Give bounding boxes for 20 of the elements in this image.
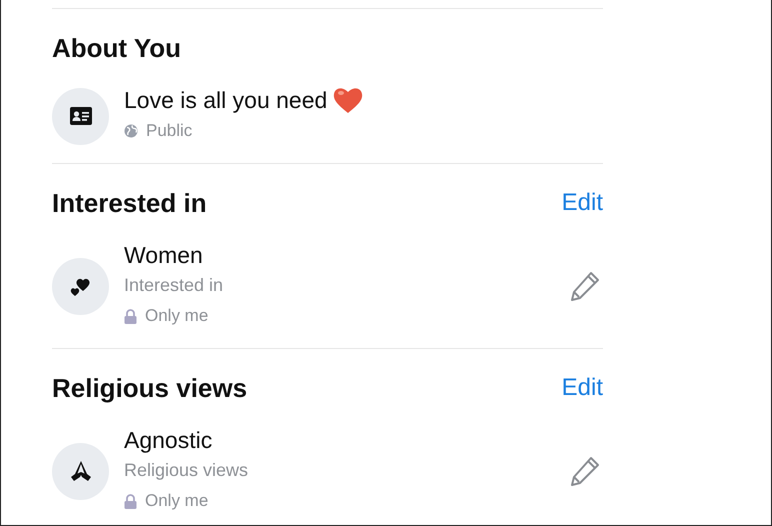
heart-icon <box>333 86 364 114</box>
section-heading: Interested in <box>52 188 207 218</box>
pencil-icon[interactable] <box>569 270 601 302</box>
item-title: Love is all you need <box>124 86 328 115</box>
privacy-label: Only me <box>145 491 208 511</box>
item-title: Women <box>124 241 203 270</box>
section-heading: About You <box>52 32 182 64</box>
globe-icon <box>124 124 138 138</box>
lock-icon <box>124 308 137 324</box>
edit-link[interactable]: Edit <box>562 189 603 217</box>
edit-link[interactable]: Edit <box>562 374 603 402</box>
contact-card-icon <box>70 107 92 125</box>
privacy-label: Only me <box>145 306 208 326</box>
item-subtitle: Interested in <box>124 274 224 297</box>
privacy-label: Public <box>146 121 192 141</box>
lock-icon <box>124 494 137 508</box>
item-title: Agnostic <box>124 426 212 455</box>
section-heading: Religious views <box>52 372 248 404</box>
item-subtitle: Religious views <box>124 459 248 482</box>
pencil-icon[interactable] <box>569 455 601 487</box>
